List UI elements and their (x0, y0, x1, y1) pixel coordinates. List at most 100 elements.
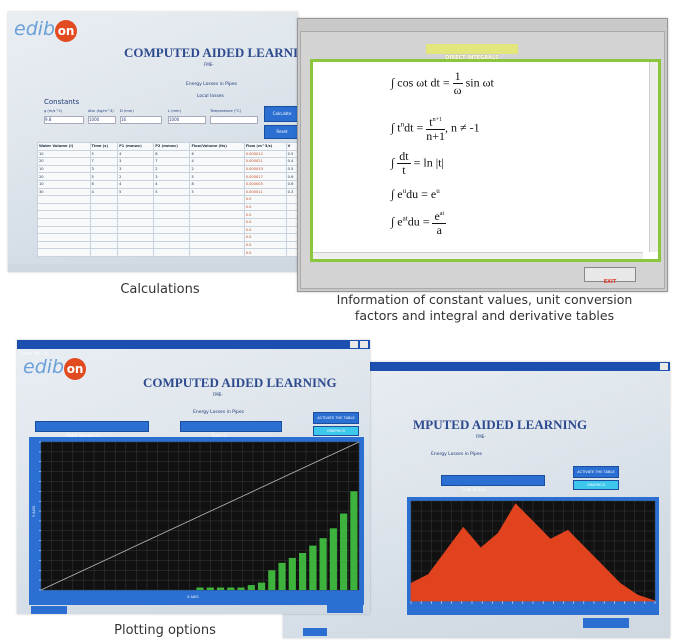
table-cell[interactable] (189, 202, 245, 212)
table-cell[interactable]: 2 (153, 164, 191, 174)
table-cell[interactable]: 2 (189, 164, 245, 174)
table-cell[interactable]: 3 (89, 164, 119, 174)
table-cell[interactable]: 5 (189, 172, 245, 181)
information-caption-line1: Information of constant values, unit con… (336, 292, 633, 307)
table-cell[interactable] (37, 225, 91, 235)
table-cell[interactable] (89, 202, 119, 212)
table-cell: 0.0 (243, 233, 287, 242)
table-cell[interactable] (37, 210, 91, 219)
table-header-cell: Flow/Volume (lts) (189, 142, 245, 151)
table-cell[interactable] (117, 233, 155, 242)
table-cell[interactable] (153, 202, 191, 212)
table-cell[interactable] (89, 233, 119, 242)
close-icon[interactable] (360, 341, 368, 348)
table-cell[interactable]: 8 (189, 179, 245, 189)
table-cell[interactable] (89, 240, 119, 250)
const-input[interactable]: 1000 (168, 116, 206, 124)
const-input[interactable]: 16 (120, 116, 162, 124)
app-title: COMPUTED AIDED LEARNING (124, 45, 298, 60)
table-cell[interactable]: 3 (117, 157, 155, 166)
table-cell[interactable] (153, 240, 191, 250)
module-title: Energy Losses in Pipes (431, 452, 482, 457)
table-cell[interactable] (189, 233, 245, 242)
table-cell[interactable]: 4 (117, 149, 155, 159)
table-cell[interactable] (153, 225, 191, 235)
table-cell[interactable] (37, 217, 91, 227)
table-cell[interactable]: 3 (153, 172, 191, 181)
horizontal-scrollbar[interactable] (313, 252, 643, 259)
app-title: COMPUTED AIDED LEARNING (143, 375, 337, 390)
table-cell[interactable]: 10 (37, 164, 91, 174)
const-input[interactable]: 1000 (88, 116, 116, 124)
table-cell[interactable] (37, 195, 91, 204)
table-cell[interactable] (37, 248, 91, 257)
const-input[interactable]: 9.8 (44, 116, 84, 124)
table-cell[interactable]: 4 (189, 157, 245, 166)
table-cell[interactable]: 10 (37, 149, 91, 159)
table-cell[interactable] (153, 217, 191, 227)
activate-table-button[interactable]: ACTIVATE THE TABLE (573, 466, 619, 478)
table-cell[interactable] (189, 210, 245, 219)
table-cell[interactable] (89, 210, 119, 219)
table-cell[interactable] (153, 233, 191, 242)
table-cell[interactable] (117, 217, 155, 227)
table-cell[interactable]: 7 (153, 157, 191, 166)
table-cell[interactable] (89, 225, 119, 235)
table-cell[interactable]: 2 (117, 172, 155, 181)
graphics-button[interactable]: GRAPHICS (313, 426, 359, 436)
table-cell[interactable] (117, 210, 155, 219)
table-cell[interactable]: 20 (37, 172, 91, 181)
table-cell[interactable] (117, 195, 155, 204)
table-cell[interactable] (189, 248, 245, 257)
table-cell[interactable]: 5 (89, 172, 119, 181)
table-cell[interactable]: 8 (153, 149, 191, 159)
table-cell[interactable]: 4 (89, 187, 119, 197)
table-row: 0.0 (37, 233, 298, 242)
bar (206, 587, 214, 590)
table-cell[interactable]: 8 (89, 179, 119, 189)
table-cell[interactable] (89, 195, 119, 204)
table-cell[interactable]: 10 (37, 179, 91, 189)
table-cell[interactable]: 6 (189, 149, 245, 159)
table-cell[interactable]: 4 (117, 179, 155, 189)
table-cell[interactable]: 5 (189, 187, 245, 197)
table-cell[interactable]: 5 (153, 187, 191, 197)
table-cell[interactable] (153, 210, 191, 219)
table-cell[interactable] (37, 233, 91, 242)
const-header: L (mm) (168, 109, 181, 113)
minimize-icon[interactable] (350, 341, 358, 348)
table-cell[interactable] (37, 202, 91, 212)
const-header: D (mm) (120, 109, 134, 113)
table-cell[interactable] (117, 202, 155, 212)
table-cell[interactable] (189, 217, 245, 227)
table-cell[interactable]: 3 (117, 164, 155, 174)
x-combo[interactable]: Water Volume (l) (35, 421, 149, 438)
reset-button[interactable]: Reset (264, 125, 298, 139)
close-icon[interactable] (660, 363, 668, 370)
table-cell[interactable]: 7 (89, 157, 119, 166)
table-cell[interactable] (117, 240, 155, 250)
table-cell[interactable]: 5 (117, 187, 155, 197)
graphics-button[interactable]: GRAPHICS (573, 480, 619, 490)
const-input[interactable] (210, 116, 258, 124)
table-cell[interactable] (189, 240, 245, 250)
y-combo[interactable]: Time (s) (180, 421, 282, 438)
table-cell[interactable]: 20 (37, 157, 91, 166)
table-cell[interactable] (89, 248, 119, 257)
exit-button[interactable]: EXIT (584, 267, 636, 285)
table-cell[interactable]: 5 (89, 149, 119, 159)
table-cell[interactable] (117, 248, 155, 257)
activate-table-button[interactable]: ACTIVATE THE TABLE (313, 412, 359, 424)
table-cell[interactable] (153, 248, 191, 257)
y-combo[interactable]: Flow (m3/s) (441, 475, 545, 492)
table-cell[interactable]: 30 (37, 187, 91, 197)
table-cell[interactable]: 4 (153, 179, 191, 189)
table-cell[interactable] (89, 217, 119, 227)
table-cell[interactable] (117, 225, 155, 235)
table-cell[interactable] (37, 240, 91, 250)
table-cell[interactable] (189, 195, 245, 204)
calculate-button[interactable]: Calculate (264, 106, 298, 122)
table-cell[interactable] (189, 225, 245, 235)
vertical-scrollbar[interactable] (649, 62, 658, 252)
table-cell[interactable] (153, 195, 191, 204)
